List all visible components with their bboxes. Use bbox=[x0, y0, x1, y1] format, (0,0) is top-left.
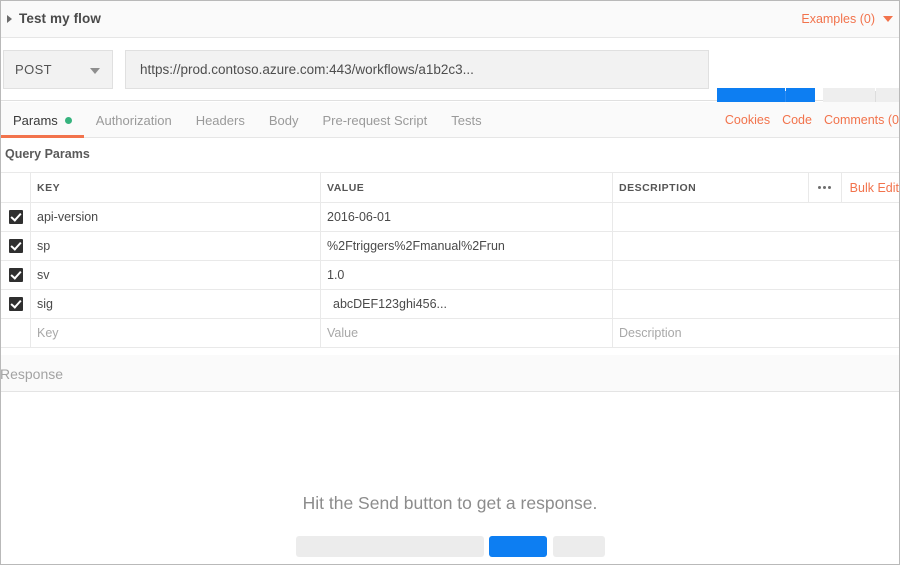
response-empty-state: Hit the Send button to get a response. bbox=[1, 392, 899, 557]
new-row-description-input[interactable]: Description bbox=[613, 319, 899, 347]
row-key-cell[interactable]: sig bbox=[31, 290, 321, 318]
params-status-dot-icon bbox=[64, 116, 72, 124]
flow-title-group[interactable]: Test my flow bbox=[7, 11, 101, 26]
tab-body-label: Body bbox=[268, 112, 299, 128]
bulk-edit-button[interactable]: Bulk Edit bbox=[842, 181, 899, 195]
header-description-cell: DESCRIPTION Bulk Edit bbox=[613, 173, 899, 202]
row-checkbox[interactable] bbox=[8, 239, 23, 253]
placeholder-bar-blue bbox=[488, 536, 547, 557]
tab-params[interactable]: Params bbox=[1, 102, 84, 138]
row-key-cell[interactable]: api-version bbox=[31, 203, 321, 231]
new-row-checkbox-cell bbox=[1, 319, 31, 347]
code-link[interactable]: Code bbox=[782, 113, 812, 127]
new-row-value-placeholder: Value bbox=[327, 326, 359, 340]
caret-down-icon[interactable] bbox=[883, 16, 893, 22]
table-row[interactable]: sp %2Ftriggers%2Fmanual%2Frun bbox=[1, 231, 899, 261]
row-key-value: api-version bbox=[37, 210, 99, 224]
request-tabs-row: Params Authorization Headers Body Pre-re… bbox=[1, 102, 899, 138]
column-header-description: DESCRIPTION bbox=[619, 181, 697, 194]
window-titlebar: Test my flow Examples (0) bbox=[1, 1, 899, 38]
query-params-table: KEY VALUE DESCRIPTION Bulk Edit api-vers… bbox=[1, 172, 899, 348]
row-description-cell[interactable] bbox=[613, 261, 899, 289]
row-checkbox[interactable] bbox=[8, 210, 23, 224]
table-row[interactable]: sv 1.0 bbox=[1, 260, 899, 290]
row-key-value: sv bbox=[37, 268, 50, 282]
row-value-value: 1.0 bbox=[327, 268, 345, 282]
response-body: Hit the Send button to get a response. bbox=[1, 392, 899, 564]
placeholder-bar-gray-large bbox=[295, 536, 484, 557]
header-value-cell: VALUE bbox=[321, 173, 613, 202]
tab-authorization[interactable]: Authorization bbox=[84, 102, 184, 138]
tab-pre-request-script[interactable]: Pre-request Script bbox=[310, 102, 439, 138]
tab-pre-request-script-label: Pre-request Script bbox=[322, 112, 428, 128]
tab-headers-label: Headers bbox=[195, 112, 245, 128]
column-header-value: VALUE bbox=[327, 181, 365, 194]
table-row[interactable]: sig abcDEF123ghi456... bbox=[1, 289, 899, 319]
postman-request-window: Test my flow Examples (0) POST https://p… bbox=[0, 0, 900, 565]
row-checkbox[interactable] bbox=[8, 297, 23, 311]
response-title: Response bbox=[0, 366, 64, 382]
caret-down-icon bbox=[90, 68, 100, 74]
response-header: Response bbox=[1, 355, 899, 392]
tab-headers[interactable]: Headers bbox=[184, 102, 257, 138]
url-value: https://prod.contoso.azure.com:443/workf… bbox=[140, 62, 474, 77]
tab-params-label: Params bbox=[13, 112, 58, 128]
examples-link[interactable]: Examples (0) bbox=[801, 12, 875, 26]
tab-authorization-label: Authorization bbox=[95, 112, 172, 128]
ellipsis-icon[interactable] bbox=[807, 173, 842, 202]
table-new-row[interactable]: Key Value Description bbox=[1, 318, 899, 348]
row-checkbox-cell bbox=[1, 203, 31, 231]
method-select[interactable]: POST bbox=[3, 50, 113, 89]
row-value-value: abcDEF123ghi456... bbox=[333, 297, 447, 311]
request-url-row: POST https://prod.contoso.azure.com:443/… bbox=[1, 39, 899, 127]
comments-link[interactable]: Comments (0 bbox=[824, 113, 899, 127]
row-description-cell[interactable] bbox=[613, 290, 899, 318]
row-value-cell[interactable]: 1.0 bbox=[321, 261, 613, 289]
row-key-value: sig bbox=[37, 297, 53, 311]
column-header-key: KEY bbox=[37, 181, 61, 194]
row-checkbox-cell bbox=[1, 290, 31, 318]
row-checkbox[interactable] bbox=[8, 268, 23, 282]
new-row-key-input[interactable]: Key bbox=[31, 319, 321, 347]
tabs-right-links: Cookies Code Comments (0 bbox=[713, 102, 899, 138]
row-key-cell[interactable]: sp bbox=[31, 232, 321, 260]
new-row-key-placeholder: Key bbox=[37, 326, 59, 340]
table-row[interactable]: api-version 2016-06-01 bbox=[1, 202, 899, 232]
response-empty-message: Hit the Send button to get a response. bbox=[302, 493, 598, 513]
tab-tests[interactable]: Tests bbox=[439, 102, 493, 138]
table-header-tools: Bulk Edit bbox=[807, 173, 899, 202]
new-row-description-placeholder: Description bbox=[619, 326, 682, 340]
header-key-cell: KEY bbox=[31, 173, 321, 202]
cookies-link[interactable]: Cookies bbox=[725, 113, 770, 127]
row-value-cell[interactable]: abcDEF123ghi456... bbox=[321, 290, 613, 318]
triangle-right-icon[interactable] bbox=[7, 14, 12, 23]
row-key-value: sp bbox=[37, 239, 51, 253]
row-checkbox-cell bbox=[1, 261, 31, 289]
new-row-value-input[interactable]: Value bbox=[321, 319, 613, 347]
table-header-row: KEY VALUE DESCRIPTION Bulk Edit bbox=[1, 172, 899, 203]
tab-tests-label: Tests bbox=[451, 112, 482, 128]
placeholder-bar-gray-small bbox=[552, 536, 605, 557]
page-title: Test my flow bbox=[19, 11, 101, 26]
row-key-cell[interactable]: sv bbox=[31, 261, 321, 289]
url-input[interactable]: https://prod.contoso.azure.com:443/workf… bbox=[125, 50, 709, 89]
row-value-cell[interactable]: %2Ftriggers%2Fmanual%2Frun bbox=[321, 232, 613, 260]
query-params-label: Query Params bbox=[5, 147, 90, 161]
request-tabs: Params Authorization Headers Body Pre-re… bbox=[1, 102, 494, 138]
row-value-value: 2016-06-01 bbox=[327, 210, 391, 224]
row-description-cell[interactable] bbox=[613, 232, 899, 260]
row-description-cell[interactable] bbox=[613, 203, 899, 231]
method-value: POST bbox=[15, 62, 52, 77]
row-value-value: %2Ftriggers%2Fmanual%2Frun bbox=[327, 239, 505, 253]
query-params-section: Query Params bbox=[1, 139, 899, 172]
tab-body[interactable]: Body bbox=[257, 102, 311, 138]
row-value-cell[interactable]: 2016-06-01 bbox=[321, 203, 613, 231]
header-checkbox-cell bbox=[1, 173, 31, 202]
response-placeholder-bars bbox=[1, 536, 899, 557]
row-checkbox-cell bbox=[1, 232, 31, 260]
